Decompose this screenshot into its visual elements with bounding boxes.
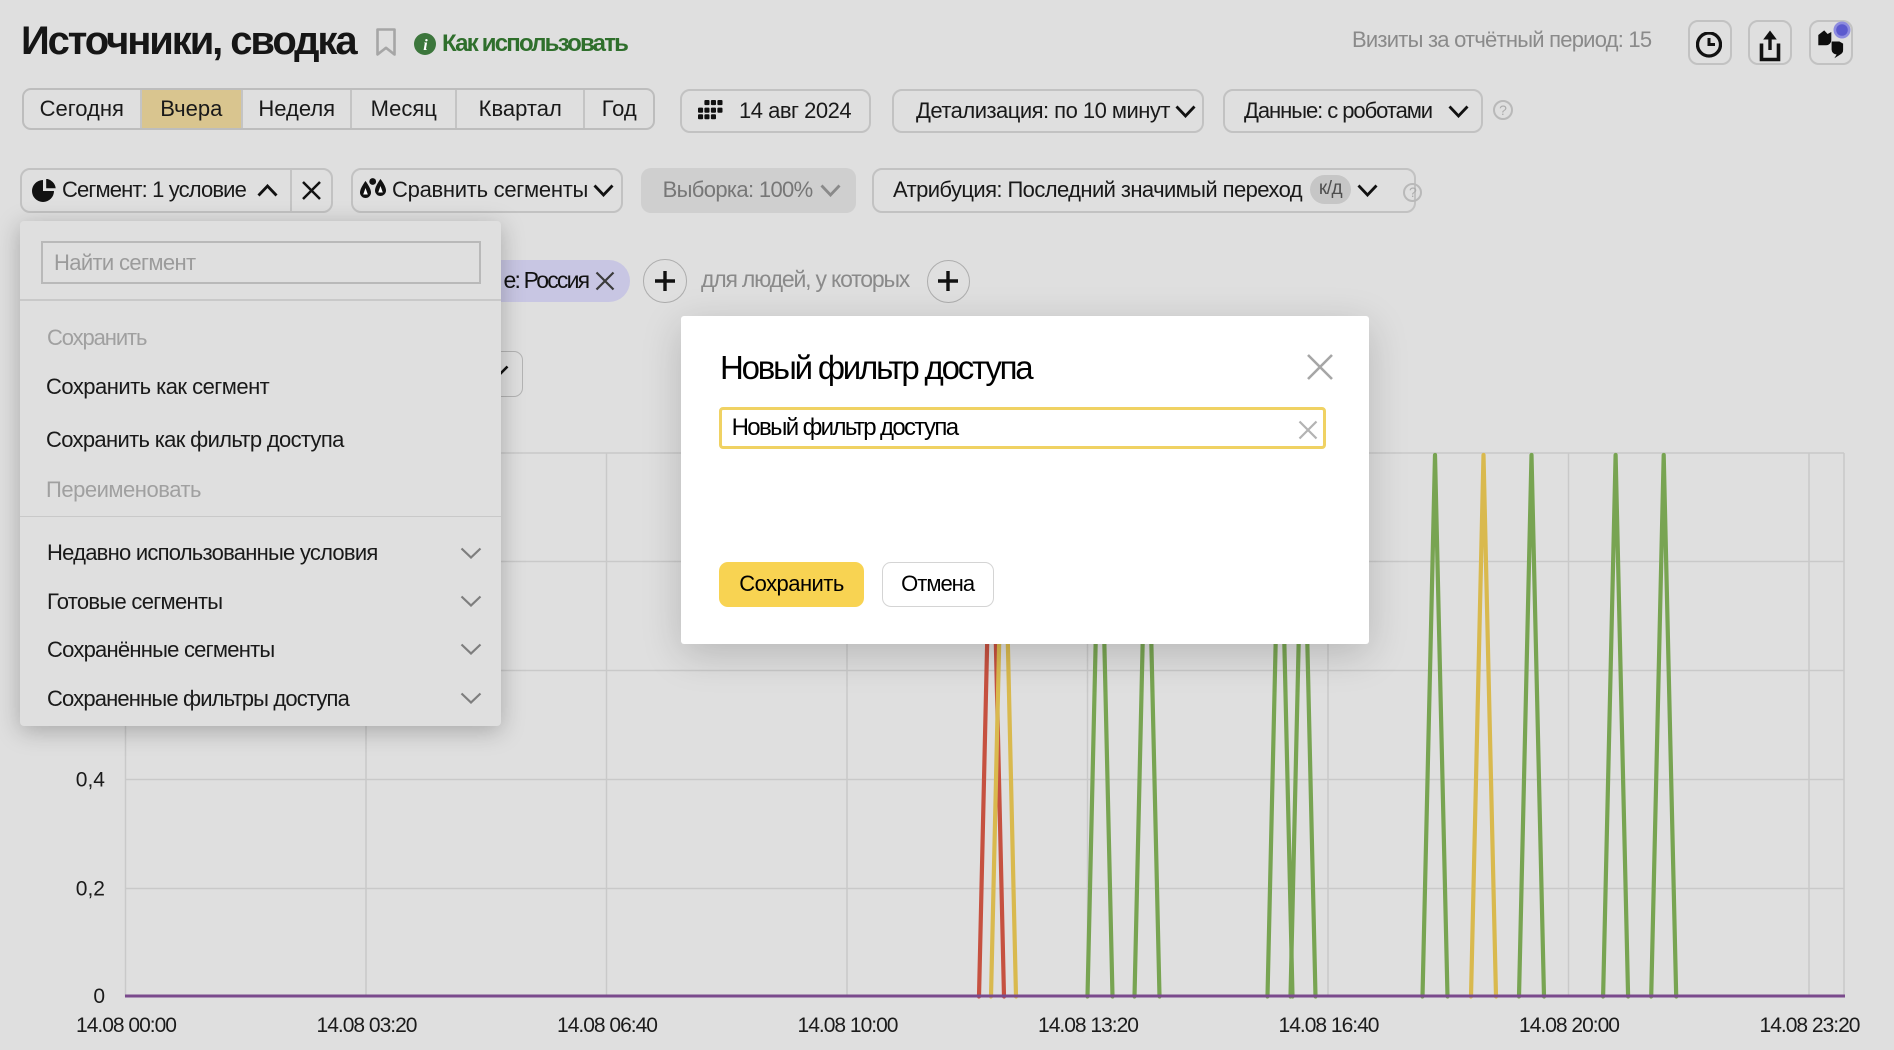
svg-text:14.08 06:40: 14.08 06:40 (557, 1014, 657, 1037)
svg-text:14.08 10:00: 14.08 10:00 (798, 1014, 898, 1037)
svg-text:14.08 23:20: 14.08 23:20 (1760, 1014, 1860, 1037)
svg-text:0,2: 0,2 (76, 878, 105, 901)
svg-text:14.08 20:00: 14.08 20:00 (1519, 1014, 1619, 1037)
svg-text:i: i (423, 37, 428, 54)
svg-text:14.08 00:00: 14.08 00:00 (76, 1014, 176, 1037)
svg-text:14.08 13:20: 14.08 13:20 (1038, 1014, 1138, 1037)
svg-text:0: 0 (93, 985, 105, 1008)
svg-text:14.08 03:20: 14.08 03:20 (317, 1014, 417, 1037)
svg-text:0,4: 0,4 (76, 769, 106, 792)
svg-text:14.08 16:40: 14.08 16:40 (1279, 1014, 1379, 1037)
